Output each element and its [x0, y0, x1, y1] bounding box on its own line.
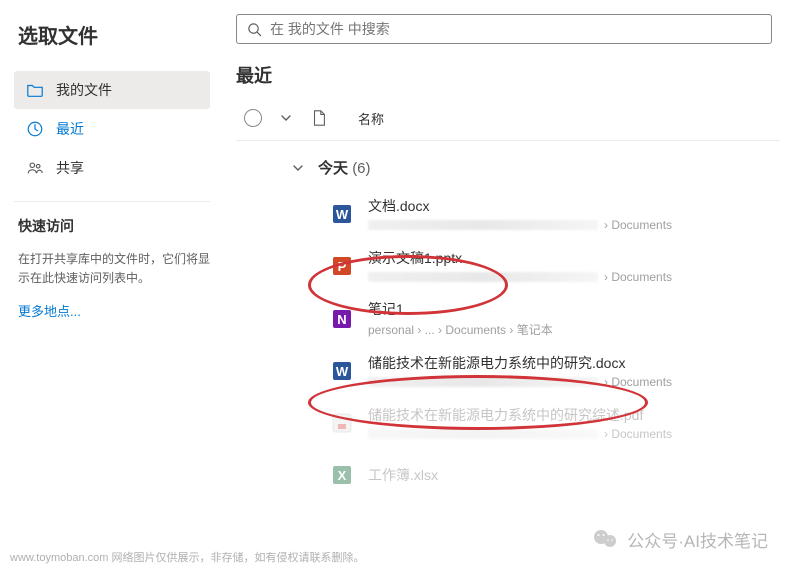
excel-icon: X [330, 463, 354, 487]
sidebar: 选取文件 我的文件 最近 共享 快速访问 在打开共享库中的文件时，它们将显示在此… [0, 0, 222, 571]
file-name: 演示文稿1.pptx [368, 248, 780, 268]
more-locations-link[interactable]: 更多地点... [14, 301, 210, 320]
file-name: 储能技术在新能源电力系统中的研究.docx [368, 353, 780, 373]
divider [14, 201, 210, 202]
clock-icon [26, 120, 44, 138]
quick-access-description: 在打开共享库中的文件时，它们将显示在此快速访问列表中。 [14, 250, 210, 287]
word-icon: W [330, 202, 354, 226]
pdf-icon [330, 411, 354, 435]
sidebar-item-shared[interactable]: 共享 [14, 149, 210, 187]
group-today[interactable]: 今天 (6) [236, 141, 780, 188]
onenote-icon: N [330, 307, 354, 331]
powerpoint-icon: P [330, 254, 354, 278]
search-icon [247, 22, 262, 37]
file-name: 储能技术在新能源电力系统中的研究综述.pdf [368, 405, 780, 425]
search-box[interactable] [236, 14, 772, 44]
file-row[interactable]: X 工作簿.xlsx [236, 449, 780, 501]
sidebar-item-label: 共享 [56, 158, 84, 178]
main-panel: 最近 名称 今天 (6) W 文档. [222, 0, 788, 571]
quick-access-title: 快速访问 [14, 216, 210, 236]
wechat-icon [591, 525, 619, 553]
footer-text: www.toymoban.com 网络图片仅供展示，非存储，如有侵权请联系删除。 [10, 549, 364, 565]
file-path: › Documents [368, 427, 780, 441]
file-row[interactable]: P 演示文稿1.pptx › Documents [236, 240, 780, 292]
sidebar-item-label: 我的文件 [56, 80, 112, 100]
watermark: 公众号·AI技术笔记 [591, 525, 768, 553]
file-path: › Documents [368, 375, 780, 389]
folder-icon [26, 81, 44, 99]
svg-text:W: W [336, 364, 349, 379]
select-all-toggle[interactable] [244, 109, 262, 127]
svg-text:N: N [337, 312, 346, 327]
file-name: 工作簿.xlsx [368, 465, 780, 485]
search-input[interactable] [270, 21, 761, 37]
list-header: 名称 [236, 100, 780, 141]
file-row[interactable]: N 笔记1 personal › ... › Documents › 笔记本 [236, 292, 780, 345]
file-name: 笔记1 [368, 299, 780, 319]
section-title: 最近 [236, 62, 780, 88]
svg-text:X: X [338, 468, 347, 483]
chevron-down-icon [292, 162, 304, 174]
column-header-name[interactable]: 名称 [358, 109, 384, 128]
file-path: › Documents [368, 218, 780, 232]
watermark-text: 公众号·AI技术笔记 [627, 527, 768, 552]
group-label: 今天 (6) [318, 157, 371, 178]
svg-text:P: P [338, 259, 347, 274]
chevron-down-icon[interactable] [280, 112, 292, 124]
svg-text:W: W [336, 207, 349, 222]
file-name: 文档.docx [368, 196, 780, 216]
page-title: 选取文件 [14, 20, 210, 49]
file-type-icon [310, 108, 330, 128]
people-icon [26, 159, 44, 177]
sidebar-item-label: 最近 [56, 119, 84, 139]
file-path: personal › ... › Documents › 笔记本 [368, 321, 780, 338]
file-path: › Documents [368, 270, 780, 284]
sidebar-item-my-files[interactable]: 我的文件 [14, 71, 210, 109]
file-row[interactable]: 储能技术在新能源电力系统中的研究综述.pdf › Documents [236, 397, 780, 449]
word-icon: W [330, 359, 354, 383]
file-row[interactable]: W 文档.docx › Documents [236, 188, 780, 240]
sidebar-item-recent[interactable]: 最近 [14, 110, 210, 148]
file-row[interactable]: W 储能技术在新能源电力系统中的研究.docx › Documents [236, 345, 780, 397]
